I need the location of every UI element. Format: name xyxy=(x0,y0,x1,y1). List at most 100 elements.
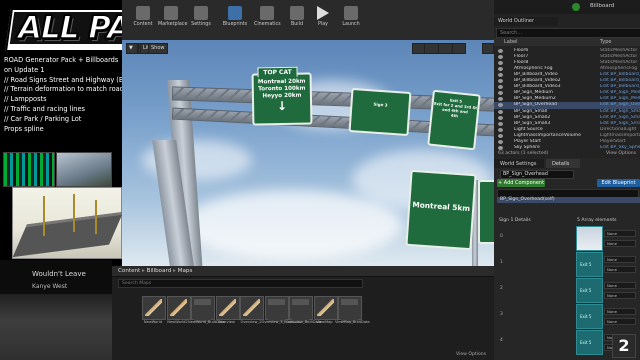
asset-tile[interactable] xyxy=(264,296,289,322)
blueprints-button[interactable]: Blueprints xyxy=(222,2,248,38)
visibility-eye-icon[interactable] xyxy=(498,55,503,60)
world-settings-tab[interactable]: World Settings xyxy=(494,159,544,168)
actor-name-field[interactable]: BP_Sign_Overhead xyxy=(500,170,574,179)
texture-dropdown[interactable]: None xyxy=(604,282,636,289)
texture-dropdown[interactable]: None xyxy=(604,230,636,237)
component-tree-root[interactable]: BP_Sign_Overhead(self) xyxy=(497,197,640,203)
sign-details-section[interactable]: Sign 1 Details 5 Array elements xyxy=(497,218,637,224)
asset-label: ViewMap_BuiltData xyxy=(335,320,370,324)
song-artist: Kanye West xyxy=(32,283,68,290)
overhead-sign-far-right[interactable]: Exit 5 Exit for 2 and 3rd St and 4th and… xyxy=(427,89,481,151)
texture-dropdown[interactable]: None xyxy=(604,308,636,315)
slot-label: Exit 5 xyxy=(580,262,592,267)
slot-label: Exit 5 xyxy=(580,340,592,345)
texture-dropdown[interactable]: None xyxy=(604,292,636,299)
asset-tile[interactable] xyxy=(142,296,166,320)
world-settings-label: World Settings xyxy=(500,161,537,167)
marketplace-button[interactable]: Marketplace xyxy=(158,2,188,38)
edit-blueprint-button[interactable]: Edit Blueprint xyxy=(597,179,640,187)
asset-tile[interactable] xyxy=(240,296,264,320)
texture-dropdown[interactable]: None xyxy=(604,266,636,273)
map-asset-icon xyxy=(316,299,334,316)
built-data-icon xyxy=(194,299,211,322)
visibility-eye-icon[interactable] xyxy=(498,73,503,78)
texture-dropdown[interactable]: None xyxy=(604,240,636,247)
window-title-bar xyxy=(494,0,640,14)
launch-button[interactable]: Launch xyxy=(338,2,364,38)
camera-speed-icon[interactable] xyxy=(452,43,466,54)
asset-tile[interactable] xyxy=(166,296,191,320)
content-view-options[interactable]: View Options xyxy=(456,352,486,357)
sign-section-title: Sign 1 Details xyxy=(499,218,531,223)
build-button[interactable]: Build xyxy=(284,2,310,38)
asset-tile[interactable] xyxy=(338,296,362,322)
settings-button[interactable]: Settings xyxy=(188,2,214,38)
blueprints-button-label: Blueprints xyxy=(222,22,248,27)
map-asset-icon xyxy=(169,299,187,316)
built-data-icon xyxy=(341,299,358,322)
outliner-view-options[interactable]: View Options xyxy=(606,151,636,156)
outliner-search-input[interactable]: Search... xyxy=(496,28,640,38)
roadside-sign[interactable]: Montreal 5km xyxy=(405,169,477,251)
map-asset-icon xyxy=(145,299,162,316)
asset-tile[interactable] xyxy=(215,296,240,320)
visibility-eye-icon[interactable] xyxy=(498,133,503,138)
visibility-eye-icon[interactable] xyxy=(498,49,503,53)
roadside-sign-partial[interactable] xyxy=(478,180,494,244)
sign-line: Sign 3 xyxy=(373,101,388,108)
details-label: Details xyxy=(552,161,570,167)
maximize-viewport-icon[interactable] xyxy=(482,43,494,54)
road-preview-image xyxy=(12,187,124,259)
build-icon xyxy=(290,6,304,20)
asset-tile[interactable] xyxy=(191,296,215,322)
sign-texture-slot[interactable] xyxy=(576,226,603,251)
music-video-frame xyxy=(0,294,112,360)
visibility-eye-icon[interactable] xyxy=(498,127,503,132)
outliner-footer: 63 actors (1 selected) View Options xyxy=(494,150,640,158)
asset-search-input[interactable]: Search Maps xyxy=(118,279,363,288)
visibility-eye-icon[interactable] xyxy=(498,67,503,72)
play-button[interactable]: Play xyxy=(310,2,336,38)
visibility-eye-icon[interactable] xyxy=(498,97,503,102)
visibility-eye-icon[interactable] xyxy=(498,85,503,90)
visibility-eye-icon[interactable] xyxy=(498,115,503,120)
asset-tile[interactable] xyxy=(313,296,338,320)
streamer-avatar: 2 xyxy=(612,334,636,358)
level-viewport[interactable]: TOP CAT Montreal 20km Toronto 100km Heyy… xyxy=(122,40,494,266)
visibility-eye-icon[interactable] xyxy=(498,103,503,108)
world-outliner-tab[interactable]: World Outliner xyxy=(494,17,558,26)
visibility-eye-icon[interactable] xyxy=(498,109,503,114)
visibility-eye-icon[interactable] xyxy=(498,91,503,96)
preview-thumbnail-1 xyxy=(3,152,55,187)
overhead-sign-main[interactable]: TOP CAT Montreal 20km Toronto 100km Heyy… xyxy=(251,66,313,126)
type-column-header[interactable]: Type xyxy=(600,39,611,45)
texture-dropdown[interactable]: None xyxy=(604,256,636,263)
visibility-eye-icon[interactable] xyxy=(498,61,503,66)
details-tab[interactable]: Details xyxy=(546,159,580,168)
show-button[interactable]: Show xyxy=(148,43,168,54)
settings-button-label: Settings xyxy=(191,22,211,27)
add-component-button[interactable]: + Add Component xyxy=(497,179,545,187)
cinematics-button[interactable]: Cinematics xyxy=(254,2,281,38)
window-title: Billboard xyxy=(590,3,615,9)
texture-dropdown[interactable]: None xyxy=(604,318,636,325)
visibility-eye-icon[interactable] xyxy=(498,79,503,84)
source-control-icon xyxy=(572,3,580,11)
slot-label: Exit 5 xyxy=(580,288,592,293)
visibility-eye-icon[interactable] xyxy=(498,121,503,126)
marketplace-button-label: Marketplace xyxy=(158,22,188,27)
content-button-label: Content xyxy=(133,22,153,27)
map-asset-icon xyxy=(243,299,260,316)
breadcrumb-billboard[interactable]: Billboard xyxy=(147,268,172,274)
content-button[interactable]: Content xyxy=(130,2,156,38)
slot-label: Exit 5 xyxy=(580,314,592,319)
label-column-header[interactable]: Label xyxy=(504,39,518,45)
breadcrumb-maps[interactable]: Maps xyxy=(178,268,193,274)
visibility-eye-icon[interactable] xyxy=(498,139,503,144)
breadcrumb-content[interactable]: Content xyxy=(118,268,140,274)
asset-tile[interactable] xyxy=(289,296,313,322)
overhead-sign-right[interactable]: Sign 3 xyxy=(348,87,412,137)
down-arrow-icon: ↓ xyxy=(276,98,288,114)
sign-line: Montreal 5km xyxy=(412,200,471,214)
content-breadcrumb: Content ▸ Billboard ▸ Maps xyxy=(118,268,192,274)
